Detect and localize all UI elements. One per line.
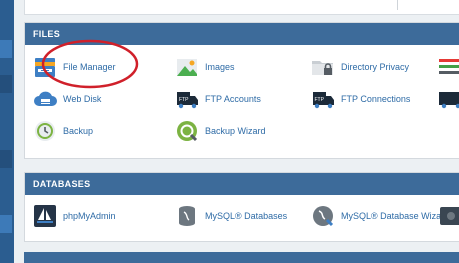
files-panel: FILES File Manager Images Directory Priv… xyxy=(24,22,459,159)
images-icon xyxy=(177,59,197,76)
directory-privacy-label: Directory Privacy xyxy=(341,62,410,72)
web-disk-label: Web Disk xyxy=(63,94,102,104)
ftp-accounts-label: FTP Accounts xyxy=(205,94,261,104)
web-disk-link[interactable]: Web Disk xyxy=(33,86,101,112)
main-content: FILES File Manager Images Directory Priv… xyxy=(14,0,459,263)
rail-marker xyxy=(0,150,12,168)
ftp-connections-link[interactable]: FTP FTP Connections xyxy=(311,86,410,112)
rail-marker xyxy=(0,75,12,93)
phpmyadmin-link[interactable]: phpMyAdmin xyxy=(33,203,116,229)
rail-marker xyxy=(0,40,12,58)
database-icon xyxy=(179,206,195,226)
file-manager-icon xyxy=(35,58,55,77)
partial-tool-link[interactable] xyxy=(439,203,459,229)
directory-privacy-link[interactable]: Directory Privacy xyxy=(311,54,409,80)
phpmyadmin-label: phpMyAdmin xyxy=(63,211,116,221)
ftp-connections-label: FTP Connections xyxy=(341,94,411,104)
backup-label: Backup xyxy=(63,126,94,136)
backup-link[interactable]: Backup xyxy=(33,118,93,144)
ftp-truck-icon: FTP xyxy=(177,92,198,109)
mysql-database-wizard-link[interactable]: MySQL® Database Wizard xyxy=(311,203,449,229)
partial-tool-icon xyxy=(440,207,459,225)
partial-tool-link[interactable] xyxy=(439,86,459,112)
cloud-icon xyxy=(34,91,57,106)
images-label: Images xyxy=(205,62,235,72)
left-rail xyxy=(0,0,14,263)
ftp-accounts-link[interactable]: FTP FTP Accounts xyxy=(175,86,261,112)
mysql-database-wizard-label: MySQL® Database Wizard xyxy=(341,211,450,221)
database-wizard-icon xyxy=(313,206,334,227)
file-manager-link[interactable]: File Manager xyxy=(33,54,116,80)
partial-tool-link[interactable] xyxy=(439,54,459,80)
backup-clock-icon xyxy=(35,121,55,141)
backup-wizard-link[interactable]: Backup Wizard xyxy=(175,118,266,144)
partial-tool-icon xyxy=(439,92,459,109)
partial-tool-icon xyxy=(439,59,459,74)
files-header: FILES xyxy=(25,23,459,45)
mysql-databases-link[interactable]: MySQL® Databases xyxy=(175,203,287,229)
svg-text:FTP: FTP xyxy=(179,97,189,103)
svg-text:FTP: FTP xyxy=(315,97,325,103)
ftp-truck-icon: FTP xyxy=(313,92,334,109)
mysql-databases-label: MySQL® Databases xyxy=(205,211,288,221)
file-manager-label: File Manager xyxy=(63,62,116,72)
backup-wizard-label: Backup Wizard xyxy=(205,126,266,136)
sailboat-icon xyxy=(34,205,56,227)
rail-marker xyxy=(0,215,12,233)
folder-lock-icon xyxy=(312,61,333,75)
databases-header: DATABASES xyxy=(25,173,459,195)
images-link[interactable]: Images xyxy=(175,54,235,80)
previous-panel-bottom xyxy=(24,0,459,15)
next-panel-header xyxy=(24,252,459,263)
databases-panel: DATABASES phpMyAdmin MySQL® Databases My… xyxy=(24,172,459,242)
backup-wizard-icon xyxy=(177,121,198,142)
